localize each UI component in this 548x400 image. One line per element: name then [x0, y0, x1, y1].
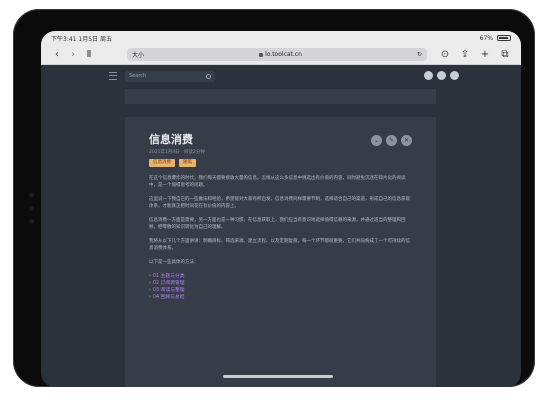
- link-text[interactable]: 03 阅读与整理: [153, 288, 185, 293]
- paragraph: 这里说一下我自己的一些做法和经验，希望能对大家有所启发。信息消费同样需要节制，选…: [149, 197, 410, 209]
- status-bar: 下午3:41 1月5日 周五 67%: [41, 31, 521, 45]
- reload-icon[interactable]: ↻: [417, 51, 422, 58]
- download-icon[interactable]: ⊙: [437, 45, 453, 65]
- theme-toggle-icon[interactable]: [450, 71, 459, 80]
- arrow-icon: ›: [149, 281, 151, 286]
- search-input[interactable]: Search: [125, 70, 215, 82]
- paragraph: 我将从以下几个方面讲讲：明确目标、筛选来源、建立流程、以及定期复盘。每一个环节都…: [149, 239, 410, 251]
- cloud-icon[interactable]: [437, 71, 446, 80]
- address-bar[interactable]: 大小 lo.toolcat.cn ↻: [127, 48, 427, 61]
- menu-icon[interactable]: [109, 72, 117, 80]
- home-indicator[interactable]: [223, 375, 333, 378]
- safari-toolbar: ‹ › Ⅱ 大小 lo.toolcat.cn ↻ ⊙ ⇪ + ⧉: [41, 45, 521, 65]
- status-date: 1月5日 周五: [78, 35, 112, 43]
- lock-icon: [259, 52, 264, 57]
- list-item[interactable]: › 04 回顾与总结: [149, 294, 414, 301]
- battery-percent: 67%: [479, 34, 493, 42]
- side-camera-dots: [29, 193, 34, 232]
- list-item[interactable]: › 03 阅读与整理: [149, 287, 414, 294]
- list-item[interactable]: › 02 订阅源管理: [149, 280, 414, 287]
- search-icon: [206, 73, 211, 79]
- url-text: lo.toolcat.cn: [265, 51, 302, 58]
- link-text[interactable]: 01 主题与分类: [153, 274, 185, 279]
- status-time: 下午3:41: [51, 35, 77, 43]
- ipad-frame: 下午3:41 1月5日 周五 67% ‹ › Ⅱ 大小 lo.toolcat.c…: [13, 9, 535, 387]
- new-tab-icon[interactable]: +: [477, 45, 493, 65]
- screen: 下午3:41 1月5日 周五 67% ‹ › Ⅱ 大小 lo.toolcat.c…: [41, 31, 521, 387]
- paragraph: 在这个信息爆炸的时代，我们每天都要接收大量的信息。怎样从这么多信息中挑选出有价值…: [149, 176, 406, 188]
- link-text[interactable]: 04 回顾与总结: [153, 295, 185, 300]
- tag-badge[interactable]: 信息消费: [149, 159, 175, 167]
- paragraph: 以下是一些具体的方法：: [149, 260, 199, 265]
- arrow-icon: ›: [149, 288, 151, 293]
- github-icon[interactable]: [424, 71, 433, 80]
- battery-icon: [497, 35, 511, 41]
- page-title: 信息消费: [149, 133, 193, 146]
- link-list: › 01 主题与分类 › 02 订阅源管理 › 03 阅读与整理 › 04 回顾与总结: [149, 273, 414, 301]
- share-icon[interactable]: ⇪: [457, 45, 473, 65]
- tag-badge[interactable]: 随笔: [179, 159, 196, 167]
- text-size-button[interactable]: 大小: [132, 50, 144, 59]
- nav-strip: [125, 89, 436, 104]
- arrow-icon: ›: [149, 295, 151, 300]
- tabs-icon[interactable]: ⧉: [497, 45, 513, 65]
- article-card: 信息消费 2021年1月4日 · 阅读2分钟 信息消费 随笔 ⌄ ✎ ✕ 在这个…: [125, 117, 436, 387]
- reader-icon[interactable]: Ⅱ: [81, 45, 97, 65]
- back-icon[interactable]: ‹: [49, 45, 65, 65]
- article-meta: 2021年1月4日 · 阅读2分钟: [149, 150, 205, 155]
- paragraph: 信息消费一方面是需要，另一方面也是一种习惯。在信息获取上，我们应当有意识地选择值…: [149, 218, 406, 230]
- article-body: 在这个信息爆炸的时代，我们每天都要接收大量的信息。怎样从这么多信息中挑选出有价值…: [149, 175, 414, 301]
- site-header: Search: [41, 65, 521, 87]
- chevron-down-icon[interactable]: ⌄: [371, 135, 382, 146]
- list-item[interactable]: › 01 主题与分类: [149, 273, 414, 280]
- search-placeholder: Search: [129, 73, 147, 79]
- arrow-icon: ›: [149, 274, 151, 279]
- close-icon[interactable]: ✕: [401, 135, 412, 146]
- edit-icon[interactable]: ✎: [386, 135, 397, 146]
- forward-icon[interactable]: ›: [65, 45, 81, 65]
- link-text[interactable]: 02 订阅源管理: [153, 281, 185, 286]
